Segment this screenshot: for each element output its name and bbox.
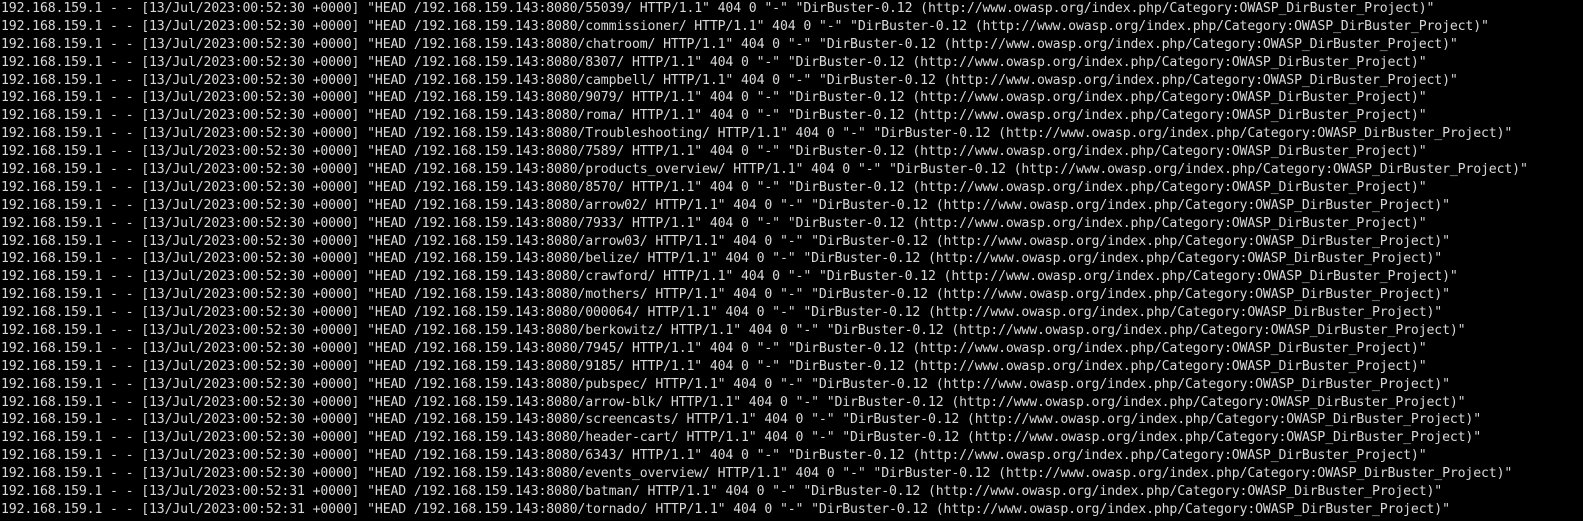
- log-line: 192.168.159.1 - - [13/Jul/2023:00:52:30 …: [1, 233, 1450, 249]
- log-line: 192.168.159.1 - - [13/Jul/2023:00:52:30 …: [1, 90, 1427, 106]
- log-line: 192.168.159.1 - - [13/Jul/2023:00:52:30 …: [1, 126, 1513, 142]
- log-line: 192.168.159.1 - - [13/Jul/2023:00:52:30 …: [1, 340, 1427, 356]
- log-line: 192.168.159.1 - - [13/Jul/2023:00:52:30 …: [1, 269, 1458, 285]
- log-line: 192.168.159.1 - - [13/Jul/2023:00:52:30 …: [1, 215, 1427, 231]
- log-line: 192.168.159.1 - - [13/Jul/2023:00:52:30 …: [1, 18, 1489, 34]
- log-line: 192.168.159.1 - - [13/Jul/2023:00:52:30 …: [1, 394, 1466, 410]
- terminal-output[interactable]: 192.168.159.1 - - [13/Jul/2023:00:52:30 …: [0, 0, 1583, 521]
- log-line: 192.168.159.1 - - [13/Jul/2023:00:52:30 …: [1, 287, 1450, 303]
- log-line: 192.168.159.1 - - [13/Jul/2023:00:52:31 …: [1, 501, 1450, 517]
- log-line: 192.168.159.1 - - [13/Jul/2023:00:52:30 …: [1, 162, 1528, 178]
- log-line: 192.168.159.1 - - [13/Jul/2023:00:52:31 …: [1, 484, 1443, 500]
- log-line: 192.168.159.1 - - [13/Jul/2023:00:52:30 …: [1, 108, 1427, 124]
- log-line: 192.168.159.1 - - [13/Jul/2023:00:52:30 …: [1, 305, 1443, 321]
- log-line: 192.168.159.1 - - [13/Jul/2023:00:52:30 …: [1, 72, 1458, 88]
- log-line: 192.168.159.1 - - [13/Jul/2023:00:52:30 …: [1, 54, 1427, 70]
- log-line: 192.168.159.1 - - [13/Jul/2023:00:52:30 …: [1, 430, 1482, 446]
- log-line: 192.168.159.1 - - [13/Jul/2023:00:52:30 …: [1, 144, 1427, 160]
- log-line: 192.168.159.1 - - [13/Jul/2023:00:52:30 …: [1, 251, 1443, 267]
- log-line: 192.168.159.1 - - [13/Jul/2023:00:52:30 …: [1, 36, 1458, 52]
- log-line: 192.168.159.1 - - [13/Jul/2023:00:52:30 …: [1, 323, 1466, 339]
- log-line: 192.168.159.1 - - [13/Jul/2023:00:52:30 …: [1, 466, 1513, 482]
- log-line: 192.168.159.1 - - [13/Jul/2023:00:52:30 …: [1, 1, 1435, 16]
- log-line: 192.168.159.1 - - [13/Jul/2023:00:52:30 …: [1, 197, 1450, 213]
- log-line: 192.168.159.1 - - [13/Jul/2023:00:52:30 …: [1, 448, 1427, 464]
- log-line: 192.168.159.1 - - [13/Jul/2023:00:52:30 …: [1, 179, 1427, 195]
- log-line: 192.168.159.1 - - [13/Jul/2023:00:52:30 …: [1, 412, 1482, 428]
- log-line: 192.168.159.1 - - [13/Jul/2023:00:52:30 …: [1, 376, 1450, 392]
- log-line: 192.168.159.1 - - [13/Jul/2023:00:52:30 …: [1, 358, 1427, 374]
